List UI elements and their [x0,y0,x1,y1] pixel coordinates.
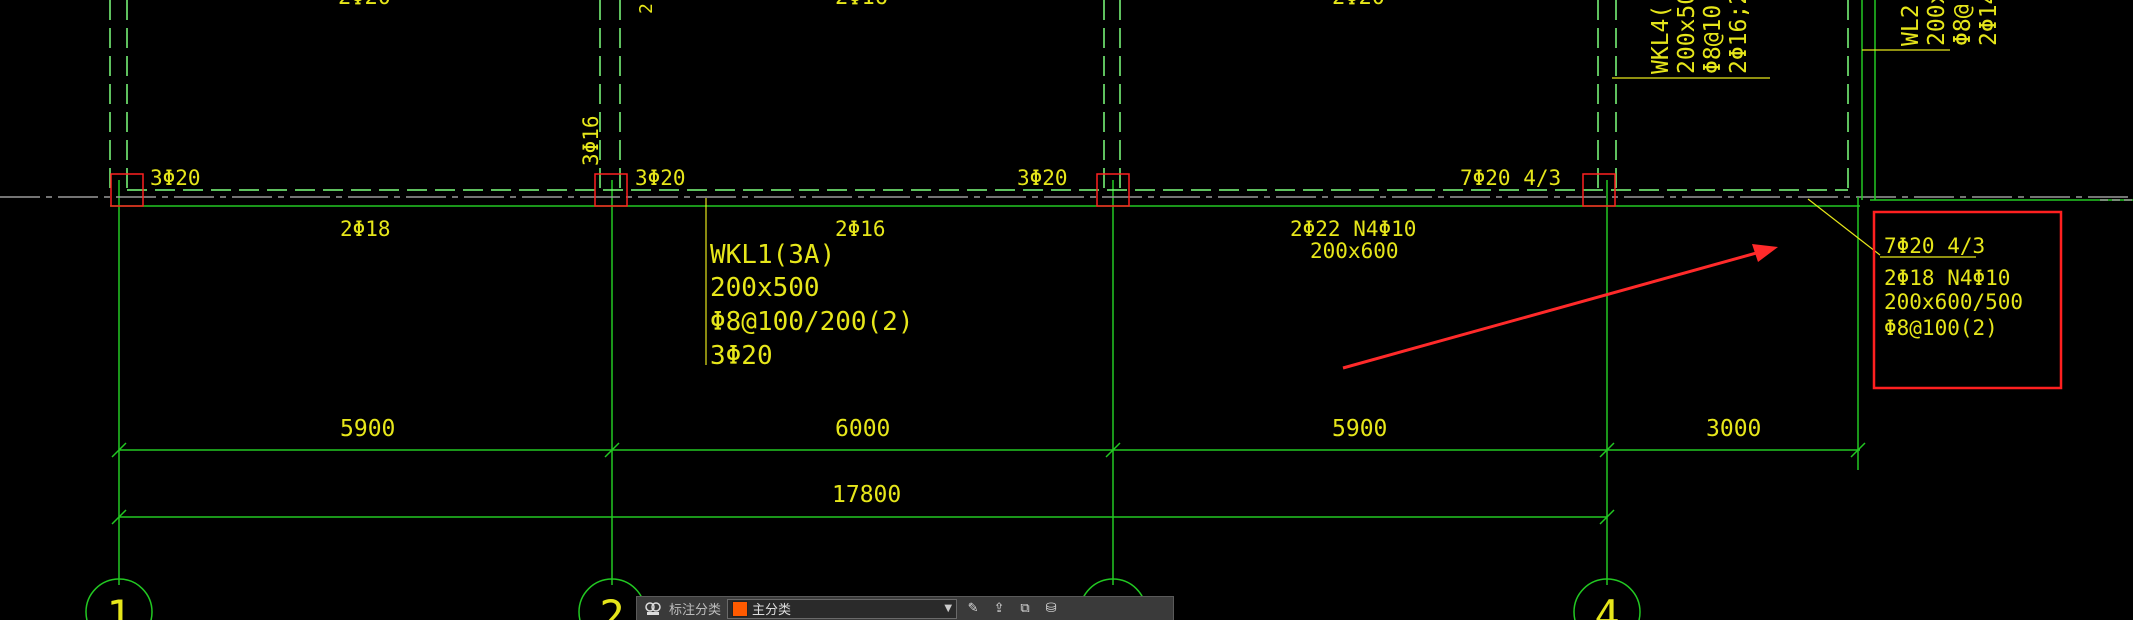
layer-toolbar: 标注分类 主分类 ▼ ✎ ⇪ ⧉ ⛁ [636,596,1174,620]
wl2-label-2: 200x [1924,0,1950,46]
wl2-label-3: Φ8@ [1950,4,1976,46]
axis-label-4: 4 [1594,591,1619,620]
wl2-label-1: WL2 [1898,4,1924,46]
wkl4-label-1: WKL4( [1648,5,1674,74]
dimension-span-4: 3000 [1706,416,1761,442]
beam-callout-line-4: 3Φ20 [710,341,773,371]
beam-outlines [109,0,1849,191]
wkl4-label-3: Φ8@10 [1700,5,1726,74]
beam-callout-line-1: WKL1(3A) [710,240,835,270]
wkl4-label-2: 200x50 [1674,0,1700,74]
pencil-icon[interactable]: ✎ [963,600,983,618]
annotation-arrow [1342,244,1778,370]
arrow-shaft [1342,250,1761,370]
layer-dropdown[interactable]: 主分类 ▼ [727,598,958,619]
support-label-col2: 3Φ20 [635,166,686,190]
top-partial-label-3: 2Φ20 [1332,0,1385,10]
span-labels: 2Φ18 2Φ16 2Φ22 N4Φ10 200x600 [340,217,1416,263]
top-partial-label-2: 2Φ16 [835,0,888,10]
span-label-1: 2Φ18 [340,217,391,241]
highlight-line-1: 7Φ20 4/3 [1884,234,1985,258]
dimension-labels: 5900 6000 5900 3000 17800 [340,416,1761,508]
beam-callout-line-3: Φ8@100/200(2) [710,307,914,337]
span-label-3-size: 200x600 [1310,239,1399,263]
top-partial-label-col2: 2 [636,3,657,14]
span-label-2: 2Φ16 [835,217,886,241]
main-beam-lines [0,0,2133,470]
arrow-head [1752,244,1778,262]
support-label-col3: 3Φ20 [1017,166,1068,190]
dimension-span-2: 6000 [835,416,890,442]
annotation-category-label: 标注分类 [669,603,722,618]
share-icon[interactable]: ⇪ [989,600,1009,618]
support-label-col4: 7Φ20 4/3 [1460,166,1561,190]
top-labels: 2Φ20 2Φ16 2Φ20 2 WKL4( 200x50 Φ8@10 2Φ16… [338,0,2002,74]
dimension-span-3: 5900 [1332,416,1387,442]
cad-drawing-canvas[interactable]: 2Φ20 2Φ16 2Φ20 2 WKL4( 200x50 Φ8@10 2Φ16… [0,0,2133,620]
dimension-span-1: 5900 [340,416,395,442]
axis-label-2: 2 [599,591,624,620]
beam-callout-line-2: 200x500 [710,273,820,303]
top-partial-label-1: 2Φ20 [338,0,391,10]
wkl4-label-4: 2Φ16;2 [1726,0,1752,74]
dimension-total: 17800 [832,482,901,508]
beam-callout-wkl1: WKL1(3A) 200x500 Φ8@100/200(2) 3Φ20 [710,240,914,371]
highlight-line-2: 2Φ18 N4Φ10 [1884,266,2010,290]
copy-icon[interactable]: ⧉ [1015,600,1035,618]
support-label-col2-vertical: 3Φ16 [579,115,603,166]
layer-color-swatch [732,600,749,617]
support-labels: 3Φ20 3Φ16 3Φ20 3Φ20 7Φ20 4/3 [150,115,1561,190]
highlight-line-4: Φ8@100(2) [1884,316,1998,340]
layer-dropdown-value: 主分类 [752,603,792,618]
highlight-callout: 7Φ20 4/3 2Φ18 N4Φ10 200x600/500 Φ8@100(2… [1872,210,2063,390]
chevron-down-icon: ▼ [944,603,953,614]
database-icon[interactable]: ⛁ [1041,600,1061,618]
span-label-3: 2Φ22 N4Φ10 [1290,217,1416,241]
layer-states-icon[interactable] [643,600,663,618]
wl2-label-4: 2Φ14 [1976,0,2002,46]
dimension-lines [111,442,1866,525]
support-label-col1: 3Φ20 [150,166,201,190]
axis-label-1: 1 [106,591,131,620]
highlight-line-3: 200x600/500 [1884,290,2023,314]
